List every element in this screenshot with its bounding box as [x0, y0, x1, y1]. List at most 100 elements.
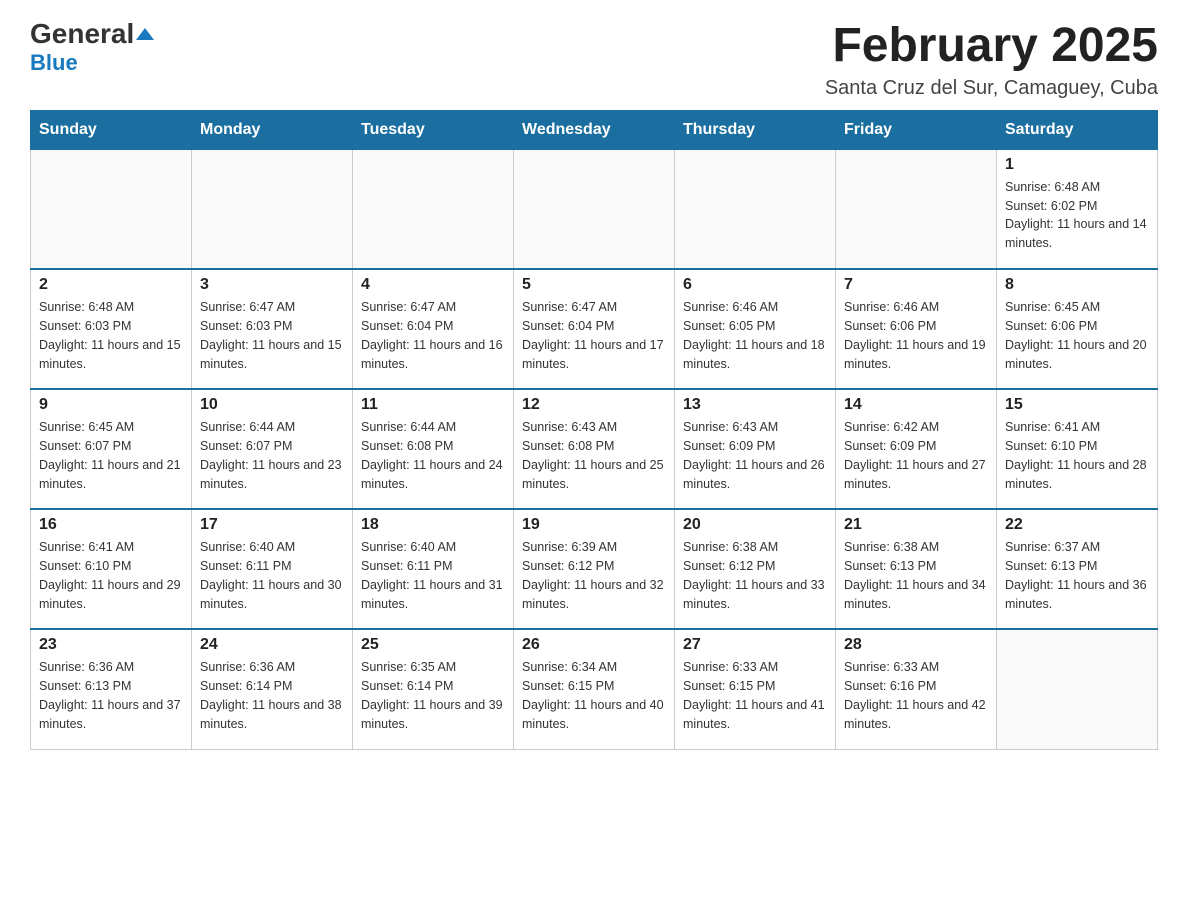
day-number: 20 — [683, 516, 827, 534]
calendar-cell — [353, 149, 514, 269]
day-info: Sunrise: 6:46 AMSunset: 6:05 PMDaylight:… — [683, 298, 827, 373]
calendar-cell: 25 Sunrise: 6:35 AMSunset: 6:14 PMDayligh… — [353, 629, 514, 749]
day-info: Sunrise: 6:48 AMSunset: 6:02 PMDaylight:… — [1005, 178, 1149, 253]
day-number: 22 — [1005, 516, 1149, 534]
calendar-header-row: SundayMondayTuesdayWednesdayThursdayFrid… — [31, 110, 1158, 149]
day-info: Sunrise: 6:39 AMSunset: 6:12 PMDaylight:… — [522, 538, 666, 613]
calendar-cell: 18 Sunrise: 6:40 AMSunset: 6:11 PMDayligh… — [353, 509, 514, 629]
day-number: 15 — [1005, 396, 1149, 414]
day-number: 21 — [844, 516, 988, 534]
day-info: Sunrise: 6:34 AMSunset: 6:15 PMDaylight:… — [522, 658, 666, 733]
calendar-cell: 28 Sunrise: 6:33 AMSunset: 6:16 PMDayligh… — [836, 629, 997, 749]
day-info: Sunrise: 6:36 AMSunset: 6:13 PMDaylight:… — [39, 658, 183, 733]
day-info: Sunrise: 6:33 AMSunset: 6:15 PMDaylight:… — [683, 658, 827, 733]
day-number: 8 — [1005, 276, 1149, 294]
calendar-cell — [675, 149, 836, 269]
day-info: Sunrise: 6:47 AMSunset: 6:03 PMDaylight:… — [200, 298, 344, 373]
day-header-friday: Friday — [836, 110, 997, 149]
day-number: 27 — [683, 636, 827, 654]
logo: General Blue — [30, 20, 154, 76]
day-number: 2 — [39, 276, 183, 294]
calendar-cell: 24 Sunrise: 6:36 AMSunset: 6:14 PMDayligh… — [192, 629, 353, 749]
day-number: 11 — [361, 396, 505, 414]
day-number: 19 — [522, 516, 666, 534]
day-info: Sunrise: 6:36 AMSunset: 6:14 PMDaylight:… — [200, 658, 344, 733]
calendar-cell: 5 Sunrise: 6:47 AMSunset: 6:04 PMDaylight… — [514, 269, 675, 389]
calendar-cell: 7 Sunrise: 6:46 AMSunset: 6:06 PMDaylight… — [836, 269, 997, 389]
logo-blue: Blue — [30, 50, 78, 76]
day-number: 16 — [39, 516, 183, 534]
page-header: General Blue February 2025 Santa Cruz de… — [30, 20, 1158, 100]
day-number: 14 — [844, 396, 988, 414]
day-number: 7 — [844, 276, 988, 294]
day-header-sunday: Sunday — [31, 110, 192, 149]
calendar-week-row: 23 Sunrise: 6:36 AMSunset: 6:13 PMDayligh… — [31, 629, 1158, 749]
day-info: Sunrise: 6:47 AMSunset: 6:04 PMDaylight:… — [522, 298, 666, 373]
day-info: Sunrise: 6:35 AMSunset: 6:14 PMDaylight:… — [361, 658, 505, 733]
day-number: 18 — [361, 516, 505, 534]
calendar-week-row: 9Sunrise: 6:45 AMSunset: 6:07 PMDaylight… — [31, 389, 1158, 509]
calendar-cell: 23 Sunrise: 6:36 AMSunset: 6:13 PMDayligh… — [31, 629, 192, 749]
calendar-cell: 21 Sunrise: 6:38 AMSunset: 6:13 PMDayligh… — [836, 509, 997, 629]
calendar-cell — [514, 149, 675, 269]
calendar-cell: 20 Sunrise: 6:38 AMSunset: 6:12 PMDayligh… — [675, 509, 836, 629]
calendar-cell — [997, 629, 1158, 749]
day-info: Sunrise: 6:44 AMSunset: 6:08 PMDaylight:… — [361, 418, 505, 493]
calendar-cell: 15 Sunrise: 6:41 AMSunset: 6:10 PMDayligh… — [997, 389, 1158, 509]
calendar-cell: 11 Sunrise: 6:44 AMSunset: 6:08 PMDayligh… — [353, 389, 514, 509]
title-block: February 2025 Santa Cruz del Sur, Camagu… — [825, 20, 1158, 100]
calendar-cell: 6 Sunrise: 6:46 AMSunset: 6:05 PMDaylight… — [675, 269, 836, 389]
day-number: 4 — [361, 276, 505, 294]
day-header-tuesday: Tuesday — [353, 110, 514, 149]
day-number: 24 — [200, 636, 344, 654]
day-header-monday: Monday — [192, 110, 353, 149]
page-title: February 2025 — [825, 20, 1158, 73]
calendar-cell: 9Sunrise: 6:45 AMSunset: 6:07 PMDaylight… — [31, 389, 192, 509]
day-number: 5 — [522, 276, 666, 294]
day-number: 6 — [683, 276, 827, 294]
calendar-cell: 4 Sunrise: 6:47 AMSunset: 6:04 PMDaylight… — [353, 269, 514, 389]
calendar-cell: 14Sunrise: 6:42 AMSunset: 6:09 PMDayligh… — [836, 389, 997, 509]
calendar-cell: 22 Sunrise: 6:37 AMSunset: 6:13 PMDayligh… — [997, 509, 1158, 629]
day-info: Sunrise: 6:40 AMSunset: 6:11 PMDaylight:… — [200, 538, 344, 613]
calendar-week-row: 16 Sunrise: 6:41 AMSunset: 6:10 PMDayligh… — [31, 509, 1158, 629]
day-number: 1 — [1005, 156, 1149, 174]
calendar-cell: 13 Sunrise: 6:43 AMSunset: 6:09 PMDayligh… — [675, 389, 836, 509]
day-info: Sunrise: 6:41 AMSunset: 6:10 PMDaylight:… — [1005, 418, 1149, 493]
day-number: 13 — [683, 396, 827, 414]
day-header-thursday: Thursday — [675, 110, 836, 149]
day-number: 12 — [522, 396, 666, 414]
day-number: 23 — [39, 636, 183, 654]
calendar-cell: 3 Sunrise: 6:47 AMSunset: 6:03 PMDaylight… — [192, 269, 353, 389]
day-info: Sunrise: 6:37 AMSunset: 6:13 PMDaylight:… — [1005, 538, 1149, 613]
calendar-cell: 27 Sunrise: 6:33 AMSunset: 6:15 PMDayligh… — [675, 629, 836, 749]
calendar-cell: 26 Sunrise: 6:34 AMSunset: 6:15 PMDayligh… — [514, 629, 675, 749]
day-info: Sunrise: 6:38 AMSunset: 6:12 PMDaylight:… — [683, 538, 827, 613]
day-number: 3 — [200, 276, 344, 294]
day-header-saturday: Saturday — [997, 110, 1158, 149]
day-info: Sunrise: 6:43 AMSunset: 6:09 PMDaylight:… — [683, 418, 827, 493]
day-info: Sunrise: 6:45 AMSunset: 6:06 PMDaylight:… — [1005, 298, 1149, 373]
day-info: Sunrise: 6:40 AMSunset: 6:11 PMDaylight:… — [361, 538, 505, 613]
day-header-wednesday: Wednesday — [514, 110, 675, 149]
calendar-cell — [31, 149, 192, 269]
day-info: Sunrise: 6:46 AMSunset: 6:06 PMDaylight:… — [844, 298, 988, 373]
day-number: 28 — [844, 636, 988, 654]
calendar-cell: 16 Sunrise: 6:41 AMSunset: 6:10 PMDayligh… — [31, 509, 192, 629]
day-info: Sunrise: 6:44 AMSunset: 6:07 PMDaylight:… — [200, 418, 344, 493]
day-info: Sunrise: 6:47 AMSunset: 6:04 PMDaylight:… — [361, 298, 505, 373]
page-subtitle: Santa Cruz del Sur, Camaguey, Cuba — [825, 77, 1158, 100]
calendar-cell — [192, 149, 353, 269]
calendar-week-row: 1 Sunrise: 6:48 AMSunset: 6:02 PMDaylight… — [31, 149, 1158, 269]
day-info: Sunrise: 6:41 AMSunset: 6:10 PMDaylight:… — [39, 538, 183, 613]
calendar-cell — [836, 149, 997, 269]
day-number: 9 — [39, 396, 183, 414]
day-number: 26 — [522, 636, 666, 654]
day-info: Sunrise: 6:38 AMSunset: 6:13 PMDaylight:… — [844, 538, 988, 613]
calendar-cell: 19 Sunrise: 6:39 AMSunset: 6:12 PMDayligh… — [514, 509, 675, 629]
logo-general: General — [30, 20, 154, 48]
calendar-cell: 10Sunrise: 6:44 AMSunset: 6:07 PMDayligh… — [192, 389, 353, 509]
day-number: 25 — [361, 636, 505, 654]
calendar-cell: 2Sunrise: 6:48 AMSunset: 6:03 PMDaylight… — [31, 269, 192, 389]
day-info: Sunrise: 6:33 AMSunset: 6:16 PMDaylight:… — [844, 658, 988, 733]
